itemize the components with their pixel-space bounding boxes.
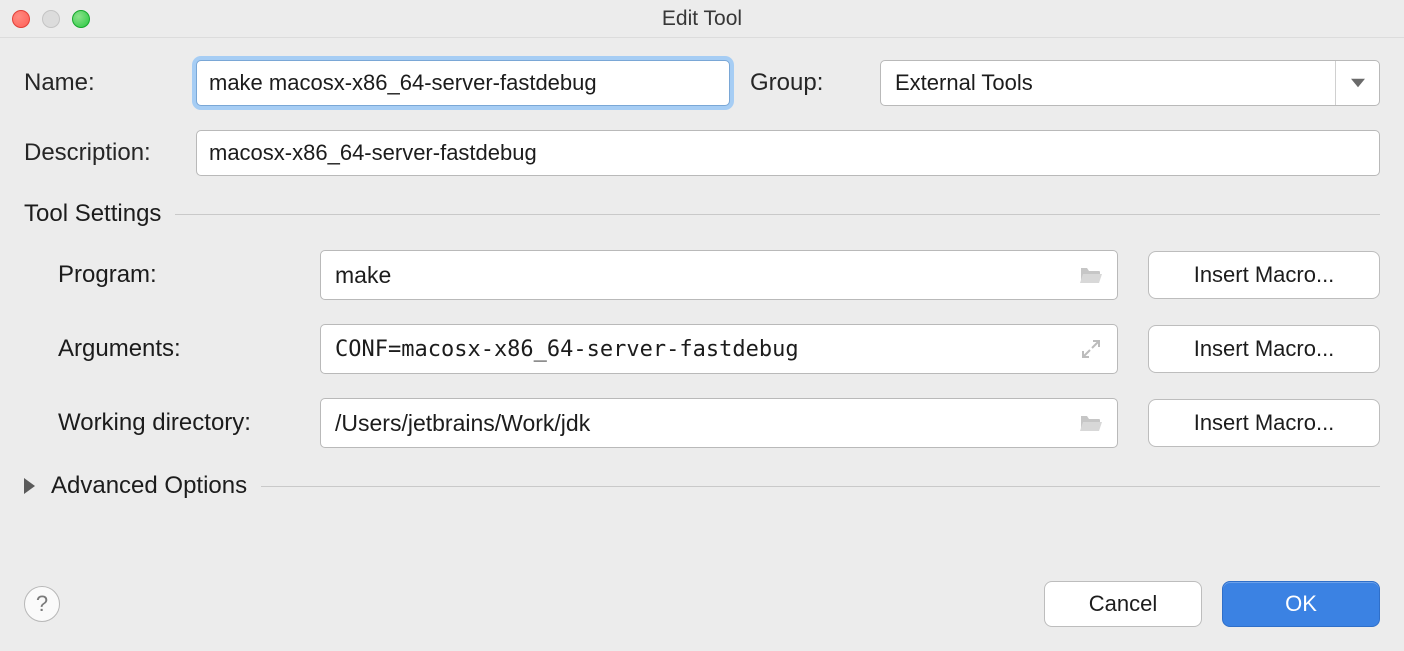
- arguments-value: CONF=macosx-x86_64-server-fastdebug: [335, 337, 1069, 362]
- name-input[interactable]: [196, 60, 730, 106]
- titlebar: Edit Tool: [0, 0, 1404, 38]
- folder-open-icon[interactable]: [1077, 261, 1105, 289]
- working-directory-value: /Users/jetbrains/Work/jdk: [335, 410, 1069, 437]
- program-label: Program:: [58, 261, 320, 289]
- row-program: Program: make Insert Macro...: [58, 250, 1380, 300]
- insert-macro-arguments-button[interactable]: Insert Macro...: [1148, 325, 1380, 373]
- row-description: Description:: [24, 130, 1380, 176]
- group-value: External Tools: [881, 70, 1335, 96]
- working-directory-label: Working directory:: [58, 409, 320, 437]
- name-label: Name:: [24, 69, 196, 97]
- program-field[interactable]: make: [320, 250, 1118, 300]
- dialog-footer: ? Cancel OK: [0, 575, 1404, 651]
- chevron-down-icon[interactable]: [1335, 61, 1379, 105]
- divider: [261, 486, 1380, 487]
- tool-settings-header: Tool Settings: [24, 200, 1380, 228]
- advanced-options-header[interactable]: Advanced Options: [24, 472, 1380, 500]
- folder-open-icon[interactable]: [1077, 409, 1105, 437]
- disclosure-triangle-icon: [24, 478, 35, 494]
- description-label: Description:: [24, 139, 196, 167]
- insert-macro-program-button[interactable]: Insert Macro...: [1148, 251, 1380, 299]
- row-working-directory: Working directory: /Users/jetbrains/Work…: [58, 398, 1380, 448]
- working-directory-field[interactable]: /Users/jetbrains/Work/jdk: [320, 398, 1118, 448]
- arguments-label: Arguments:: [58, 335, 320, 363]
- cancel-button[interactable]: Cancel: [1044, 581, 1202, 627]
- expand-icon[interactable]: [1077, 335, 1105, 363]
- ok-button[interactable]: OK: [1222, 581, 1380, 627]
- arguments-field[interactable]: CONF=macosx-x86_64-server-fastdebug: [320, 324, 1118, 374]
- advanced-options-label: Advanced Options: [51, 472, 247, 500]
- description-input[interactable]: [196, 130, 1380, 176]
- group-label: Group:: [730, 69, 880, 97]
- dialog-content: Name: Group: External Tools Description:…: [0, 38, 1404, 530]
- tool-settings-group: Program: make Insert Macro... Arguments:…: [24, 250, 1380, 448]
- tool-settings-label: Tool Settings: [24, 200, 161, 228]
- row-arguments: Arguments: CONF=macosx-x86_64-server-fas…: [58, 324, 1380, 374]
- insert-macro-workdir-button[interactable]: Insert Macro...: [1148, 399, 1380, 447]
- divider: [175, 214, 1380, 215]
- window-title: Edit Tool: [0, 7, 1404, 31]
- program-value: make: [335, 262, 1069, 289]
- group-combobox[interactable]: External Tools: [880, 60, 1380, 106]
- help-button[interactable]: ?: [24, 586, 60, 622]
- row-name-group: Name: Group: External Tools: [24, 60, 1380, 106]
